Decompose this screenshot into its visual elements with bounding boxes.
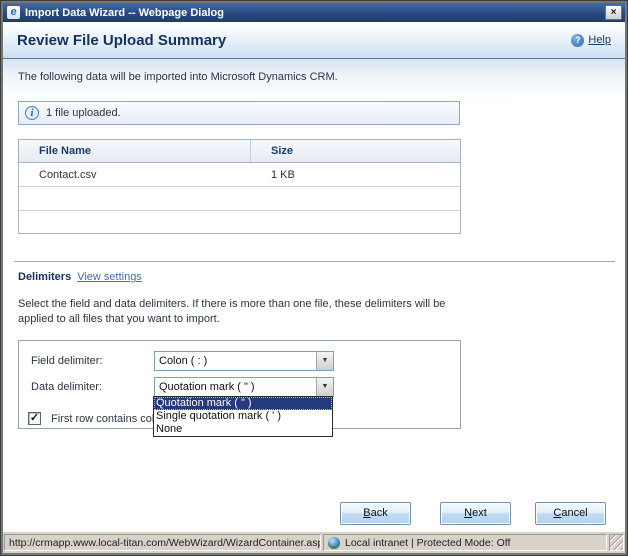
delimiters-description: Select the field and data delimiters. If… [18,297,445,327]
info-banner: i 1 file uploaded. [18,101,460,125]
description-line-1: Select the field and data delimiters. If… [18,297,445,312]
data-delimiter-select[interactable]: Quotation mark ( " ) ▼ [154,377,334,397]
file-table: File Name Size Contact.csv 1 KB [18,139,461,234]
view-settings-link[interactable]: View settings [77,271,142,283]
data-delimiter-value: Quotation mark ( " ) [155,381,316,393]
help-button[interactable]: ? Help [571,34,611,47]
help-icon: ? [571,34,584,47]
dialog-window: e Import Data Wizard -- Webpage Dialog ×… [0,0,628,556]
ie-icon: e [7,6,20,19]
data-delimiter-label: Data delimiter: [31,381,102,393]
dropdown-option-single-quotation-mark[interactable]: Single quotation mark ( ' ) [154,410,332,423]
delimiters-heading: Delimiters [18,271,71,283]
page-title: Review File Upload Summary [17,32,571,49]
column-header-size: Size [251,140,460,162]
status-zone: Local intranet | Protected Mode: Off [323,534,607,551]
file-name-cell: Contact.csv [19,169,251,181]
checkmark-icon: ✓ [30,412,39,424]
window-title: Import Data Wizard -- Webpage Dialog [25,7,605,19]
first-row-checkbox-label: First row contains col [51,413,154,425]
back-button[interactable]: Back [340,502,411,525]
status-bar: http://crmapp.www.local-titan.com/WebWiz… [3,532,625,553]
next-button[interactable]: Next [440,502,511,525]
wizard-header: Review File Upload Summary ? Help [3,22,625,59]
status-zone-text: Local intranet | Protected Mode: Off [345,537,510,549]
field-delimiter-label: Field delimiter: [31,355,103,367]
chevron-down-icon[interactable]: ▼ [316,352,333,370]
cancel-button[interactable]: Cancel [535,502,606,525]
status-url: http://crmapp.www.local-titan.com/WebWiz… [4,534,321,551]
title-bar[interactable]: e Import Data Wizard -- Webpage Dialog × [3,3,625,22]
chevron-down-icon[interactable]: ▼ [316,378,333,396]
table-row: Contact.csv 1 KB [19,163,460,187]
table-row-empty [19,211,460,233]
file-size-cell: 1 KB [251,169,295,181]
file-table-header: File Name Size [19,140,460,163]
first-row-checkbox[interactable]: ✓ [28,412,41,425]
info-banner-text: 1 file uploaded. [46,107,121,119]
delimiters-heading-row: Delimiters View settings [18,271,142,283]
section-divider [14,261,615,262]
intro-text: The following data will be imported into… [18,71,338,83]
field-delimiter-value: Colon ( : ) [155,355,316,367]
resize-grip[interactable] [609,534,624,551]
dialog-body: The following data will be imported into… [3,59,625,532]
dropdown-option-quotation-mark[interactable]: Quotation mark ( " ) [154,397,332,410]
table-row-empty [19,187,460,211]
column-header-file-name: File Name [19,140,251,162]
data-delimiter-dropdown-list: Quotation mark ( " ) Single quotation ma… [153,396,333,437]
globe-icon [328,537,340,549]
close-icon: × [611,7,617,18]
info-icon: i [25,106,39,120]
description-line-2: applied to all files that you want to im… [18,312,445,327]
help-link-label: Help [588,34,611,46]
close-button[interactable]: × [605,5,622,20]
field-delimiter-select[interactable]: Colon ( : ) ▼ [154,351,334,371]
dropdown-option-none[interactable]: None [154,423,332,436]
